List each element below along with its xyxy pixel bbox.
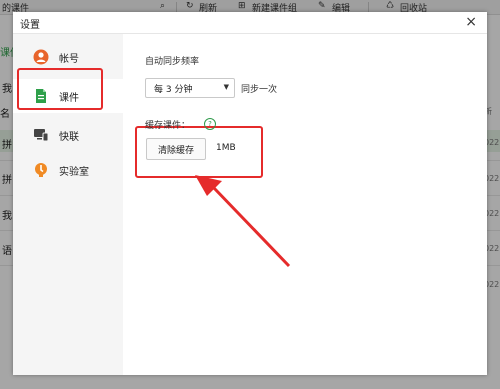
annotation-arrow bbox=[195, 175, 291, 268]
